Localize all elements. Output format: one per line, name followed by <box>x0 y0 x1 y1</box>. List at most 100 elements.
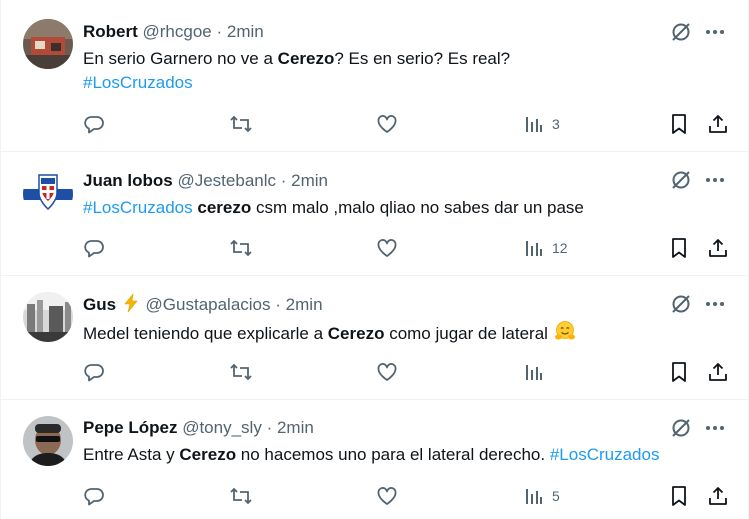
reply-button[interactable] <box>83 236 105 260</box>
heart-icon <box>376 113 398 135</box>
views-icon <box>523 114 543 134</box>
bookmark-button[interactable] <box>669 236 689 260</box>
timestamp[interactable]: 2min <box>277 418 314 437</box>
avatar[interactable] <box>23 19 73 69</box>
views-count: 5 <box>552 488 560 504</box>
highlighted-keyword: Cerezo <box>179 445 237 464</box>
author-name[interactable]: Juan lobos <box>83 171 173 190</box>
author-name[interactable]: Pepe López <box>83 418 177 437</box>
tweet[interactable]: Pepe López @tony_sly · 2min Entre Asta y… <box>1 400 748 519</box>
text-segment: En serio Garnero no ve a <box>83 49 278 68</box>
tweet-actions: 5 <box>83 484 733 508</box>
retweet-icon <box>229 361 253 383</box>
views-button[interactable]: 3 <box>523 112 560 136</box>
grok-icon[interactable] <box>670 21 692 43</box>
retweet-icon <box>229 113 253 135</box>
hashtag-link[interactable]: #LosCruzados <box>83 198 193 217</box>
hashtag-link[interactable]: #LosCruzados <box>550 445 660 464</box>
text-segment: Entre Asta y <box>83 445 180 464</box>
like-button[interactable] <box>376 112 398 136</box>
share-button[interactable] <box>707 360 729 384</box>
reply-button[interactable] <box>83 112 105 136</box>
tweet[interactable]: Gus @Gustapalacios · 2min Medel teniendo… <box>1 276 748 400</box>
tweet-actions: 12 <box>83 236 733 260</box>
grok-icon[interactable] <box>670 293 692 315</box>
tweet-header: Robert @rhcgoe · 2min <box>83 21 264 43</box>
timestamp[interactable]: 2min <box>227 22 264 41</box>
views-button[interactable] <box>523 360 552 384</box>
heart-icon <box>376 361 398 383</box>
reply-icon <box>83 361 105 383</box>
views-button[interactable]: 5 <box>523 484 560 508</box>
share-button[interactable] <box>707 484 729 508</box>
separator-dot: · <box>275 295 281 314</box>
tweet-text: Medel teniendo que explicarle a Cerezo c… <box>83 320 738 349</box>
share-icon <box>707 237 729 259</box>
text-segment: csm malo ,malo qliao no sabes dar un pas… <box>255 198 584 217</box>
views-icon <box>523 486 543 506</box>
author-name[interactable]: Gus <box>83 295 116 314</box>
tweet-text-line: En serio Garnero no ve a Cerezo? Es en s… <box>83 47 738 71</box>
share-icon <box>707 485 729 507</box>
grok-icon[interactable] <box>670 169 692 191</box>
avatar[interactable] <box>23 169 73 219</box>
tweet-top-icons <box>670 293 728 315</box>
separator-dot: · <box>216 22 223 41</box>
views-icon <box>523 238 543 258</box>
tweet-header: Pepe López @tony_sly · 2min <box>83 417 314 439</box>
views-button[interactable]: 12 <box>523 236 568 260</box>
hashtag-link[interactable]: #LosCruzados <box>83 73 193 92</box>
tweet[interactable]: Juan lobos @Jestebanlc · 2min #LosCruzad… <box>1 152 748 276</box>
hugging-face-emoji-icon <box>554 320 576 349</box>
tweet[interactable]: Robert @rhcgoe · 2min En serio Garnero n… <box>1 0 748 152</box>
bookmark-button[interactable] <box>669 112 689 136</box>
retweet-button[interactable] <box>229 236 253 260</box>
author-handle[interactable]: @tony_sly <box>182 418 262 437</box>
reply-button[interactable] <box>83 484 105 508</box>
tweet-text-line: #LosCruzados <box>83 71 738 95</box>
more-icon[interactable] <box>704 169 726 191</box>
author-handle[interactable]: @Jestebanlc <box>177 171 276 190</box>
avatar[interactable] <box>23 416 73 466</box>
share-button[interactable] <box>707 112 729 136</box>
text-segment: Medel teniendo que explicarle a <box>83 324 328 343</box>
timestamp[interactable]: 2min <box>291 171 328 190</box>
retweet-button[interactable] <box>229 112 253 136</box>
bookmark-icon <box>669 361 689 383</box>
timeline: Robert @rhcgoe · 2min En serio Garnero n… <box>0 0 749 519</box>
tweet-text-line: #LosCruzados cerezo csm malo ,malo qliao… <box>83 196 738 220</box>
author-handle[interactable]: @Gustapalacios <box>146 295 271 314</box>
tweet-actions: 3 <box>83 112 733 136</box>
tweet-top-icons <box>670 169 728 191</box>
reply-button[interactable] <box>83 360 105 384</box>
more-icon[interactable] <box>704 417 726 439</box>
like-button[interactable] <box>376 360 398 384</box>
like-button[interactable] <box>376 236 398 260</box>
tweet-header: Juan lobos @Jestebanlc · 2min <box>83 170 328 192</box>
retweet-button[interactable] <box>229 484 253 508</box>
grok-icon[interactable] <box>670 417 692 439</box>
tweet-header: Gus @Gustapalacios · 2min <box>83 292 323 315</box>
avatar[interactable] <box>23 292 73 342</box>
share-icon <box>707 361 729 383</box>
bookmark-button[interactable] <box>669 484 689 508</box>
tweet-text: #LosCruzados cerezo csm malo ,malo qliao… <box>83 196 738 220</box>
more-icon[interactable] <box>704 21 726 43</box>
separator-dot: · <box>280 171 287 190</box>
share-button[interactable] <box>707 236 729 260</box>
tweet-text-line: Entre Asta y Cerezo no hacemos uno para … <box>83 443 738 467</box>
highlighted-keyword: Cerezo <box>277 49 335 68</box>
bookmark-icon <box>669 237 689 259</box>
views-count: 12 <box>552 240 568 256</box>
author-handle[interactable]: @rhcgoe <box>143 22 212 41</box>
views-count: 3 <box>552 116 560 132</box>
text-segment: ? Es en serio? Es real? <box>334 49 511 68</box>
author-name[interactable]: Robert <box>83 22 138 41</box>
more-icon[interactable] <box>704 293 726 315</box>
timestamp[interactable]: 2min <box>286 295 323 314</box>
tweet-text-line: Medel teniendo que explicarle a Cerezo c… <box>83 320 738 349</box>
tweet-top-icons <box>670 21 728 43</box>
retweet-button[interactable] <box>229 360 253 384</box>
bookmark-button[interactable] <box>669 360 689 384</box>
like-button[interactable] <box>376 484 398 508</box>
